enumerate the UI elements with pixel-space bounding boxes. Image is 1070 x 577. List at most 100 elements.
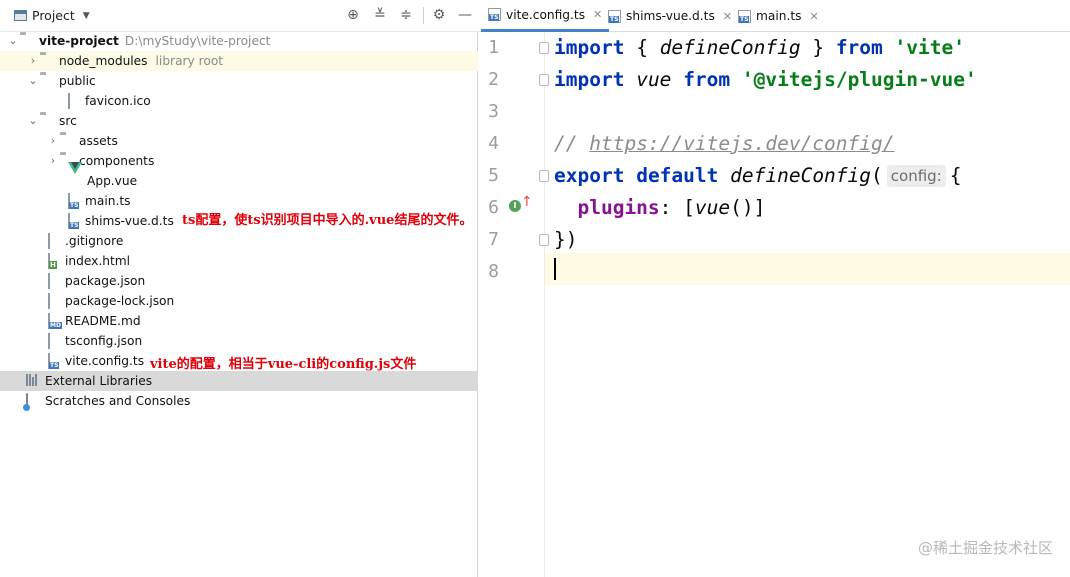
editor-tab-bar: TS vite.config.ts ✕ TS shims-vue.d.ts ✕ … bbox=[479, 0, 1070, 32]
json-file-icon bbox=[46, 333, 62, 349]
editor-gutter: 1 2 3 4 5 6 7 8 I ↑ bbox=[479, 32, 549, 577]
tree-item-node-modules[interactable]: › node_modules library root bbox=[0, 51, 478, 71]
collapse-all-icon[interactable]: ≑ bbox=[397, 6, 415, 24]
tree-item-tsconfig[interactable]: tsconfig.json bbox=[0, 331, 478, 351]
code-line-2: import vue from '@vitejs/plugin-vue' bbox=[554, 68, 977, 91]
json-file-icon bbox=[46, 273, 62, 289]
library-icon bbox=[26, 374, 42, 388]
arrow-up-icon[interactable]: ↑ bbox=[521, 195, 533, 209]
folder-icon bbox=[40, 74, 56, 88]
tree-item-vite-project[interactable]: ⌄ vite-project D:\myStudy\vite-project bbox=[0, 31, 478, 51]
code-line-7: }) bbox=[554, 228, 578, 251]
tree-item-label: package.json bbox=[65, 274, 146, 288]
typescript-file-icon: TS bbox=[66, 213, 82, 229]
tree-item-label: .gitignore bbox=[65, 234, 124, 248]
tree-item-scratches[interactable]: Scratches and Consoles bbox=[0, 391, 478, 411]
tree-item-path-hint: D:\myStudy\vite-project bbox=[124, 34, 271, 48]
typescript-file-icon: TS bbox=[738, 9, 751, 23]
implementation-icon[interactable]: I bbox=[509, 200, 521, 212]
line-number: 6 bbox=[488, 197, 499, 218]
tree-item-readme[interactable]: MD README.md bbox=[0, 311, 478, 331]
line-number: 7 bbox=[488, 229, 499, 250]
annotation-vite-config: vite的配置，相当于vue-cli的config.js文件 bbox=[150, 357, 417, 372]
tree-item-label: assets bbox=[79, 134, 118, 148]
vue-file-icon bbox=[68, 162, 84, 188]
chevron-down-icon: ▼ bbox=[82, 10, 90, 21]
tree-item-app-vue[interactable]: App.vue bbox=[0, 162, 478, 191]
tree-item-external-libraries[interactable]: External Libraries bbox=[0, 371, 478, 391]
line-number: 4 bbox=[488, 133, 499, 154]
project-panel-title: Project bbox=[32, 8, 75, 23]
tree-item-src[interactable]: ⌄ src bbox=[0, 111, 478, 131]
tree-item-label: favicon.ico bbox=[85, 94, 151, 108]
project-view-selector[interactable]: Project ▼ bbox=[14, 8, 90, 23]
tree-item-label: External Libraries bbox=[45, 374, 153, 388]
tree-item-label: main.ts bbox=[85, 194, 131, 208]
json-file-icon bbox=[46, 293, 62, 309]
gear-icon[interactable]: ⚙ bbox=[430, 6, 448, 24]
tree-item-label: tsconfig.json bbox=[65, 334, 143, 348]
tree-item-main-ts[interactable]: TS main.ts bbox=[0, 191, 478, 211]
line-number: 8 bbox=[488, 261, 499, 282]
tree-item-assets[interactable]: › assets bbox=[0, 131, 478, 151]
code-line-6: plugins: [vue()] bbox=[577, 196, 766, 219]
code-line-1: import { defineConfig } from 'vite' bbox=[554, 36, 965, 59]
docs-link[interactable]: https://vitejs.dev/config/ bbox=[589, 132, 894, 155]
code-line-4: // https://vitejs.dev/config/ bbox=[554, 132, 895, 155]
chevron-down-icon[interactable]: ⌄ bbox=[26, 71, 40, 91]
header-divider bbox=[423, 7, 424, 24]
typescript-file-icon: TS bbox=[66, 193, 82, 209]
tab-vite-config[interactable]: TS vite.config.ts ✕ bbox=[481, 0, 610, 32]
tab-shims-vue[interactable]: TS shims-vue.d.ts ✕ bbox=[601, 0, 739, 32]
tree-item-package-json[interactable]: package.json bbox=[0, 271, 478, 291]
chevron-right-icon[interactable]: › bbox=[46, 131, 60, 151]
line-number: 2 bbox=[488, 69, 499, 90]
typescript-file-icon: TS bbox=[608, 9, 621, 23]
expand-all-icon[interactable]: ≚ bbox=[371, 6, 389, 24]
line-number: 5 bbox=[488, 165, 499, 186]
markdown-file-icon: MD bbox=[46, 313, 62, 329]
locate-icon[interactable]: ⊕ bbox=[344, 6, 362, 24]
typescript-file-icon: TS bbox=[488, 8, 501, 21]
tree-item-label: README.md bbox=[65, 314, 141, 328]
annotation-shims: ts配置，使ts识别项目中导入的.vue结尾的文件。 bbox=[182, 213, 473, 228]
code-editor: TS vite.config.ts ✕ TS shims-vue.d.ts ✕ … bbox=[479, 0, 1070, 577]
tree-item-label: public bbox=[59, 74, 96, 88]
tree-item-label: Scratches and Consoles bbox=[45, 394, 191, 408]
line-number: 1 bbox=[488, 37, 499, 58]
tree-item-label: shims-vue.d.ts bbox=[85, 214, 174, 228]
tree-item-label: vite-project bbox=[39, 34, 119, 48]
tree-item-public[interactable]: ⌄ public bbox=[0, 71, 478, 91]
tab-main-ts[interactable]: TS main.ts ✕ bbox=[731, 0, 826, 32]
chevron-down-icon[interactable]: ⌄ bbox=[6, 31, 20, 51]
folder-icon bbox=[40, 54, 56, 68]
tree-item-label: components bbox=[79, 154, 155, 168]
tree-item-label: index.html bbox=[65, 254, 130, 268]
code-area[interactable]: import { defineConfig } from 'vite' impo… bbox=[546, 32, 1070, 577]
chevron-right-icon[interactable]: › bbox=[46, 151, 60, 171]
chevron-down-icon[interactable]: ⌄ bbox=[26, 111, 40, 131]
close-icon[interactable]: ✕ bbox=[809, 10, 818, 23]
tree-item-label: package-lock.json bbox=[65, 294, 175, 308]
line-number: 3 bbox=[488, 101, 499, 122]
project-panel-header: Project ▼ ⊕ ≚ ≑ ⚙ — bbox=[0, 0, 478, 32]
tree-item-favicon[interactable]: favicon.ico bbox=[0, 91, 478, 111]
ignore-file-icon bbox=[46, 233, 62, 249]
tab-label: main.ts bbox=[756, 9, 802, 23]
chevron-right-icon[interactable]: › bbox=[26, 51, 40, 71]
tree-item-package-lock-json[interactable]: package-lock.json bbox=[0, 291, 478, 311]
tree-item-label: App.vue bbox=[87, 174, 138, 188]
folder-icon bbox=[20, 34, 36, 48]
tree-item-label: vite.config.ts bbox=[65, 354, 145, 368]
minimize-icon[interactable]: — bbox=[456, 6, 474, 24]
html-file-icon: H bbox=[46, 253, 62, 269]
folder-icon bbox=[60, 134, 76, 148]
tab-label: vite.config.ts bbox=[506, 7, 586, 22]
tree-item-gitignore[interactable]: .gitignore bbox=[0, 231, 478, 251]
project-window-icon bbox=[14, 10, 27, 21]
watermark: @稀土掘金技术社区 bbox=[917, 539, 1053, 557]
code-line-5: export default defineConfig(config:{ bbox=[554, 164, 962, 187]
tree-item-library-hint: library root bbox=[155, 54, 224, 68]
tree-item-label: src bbox=[59, 114, 77, 128]
tree-item-index-html[interactable]: H index.html bbox=[0, 251, 478, 271]
